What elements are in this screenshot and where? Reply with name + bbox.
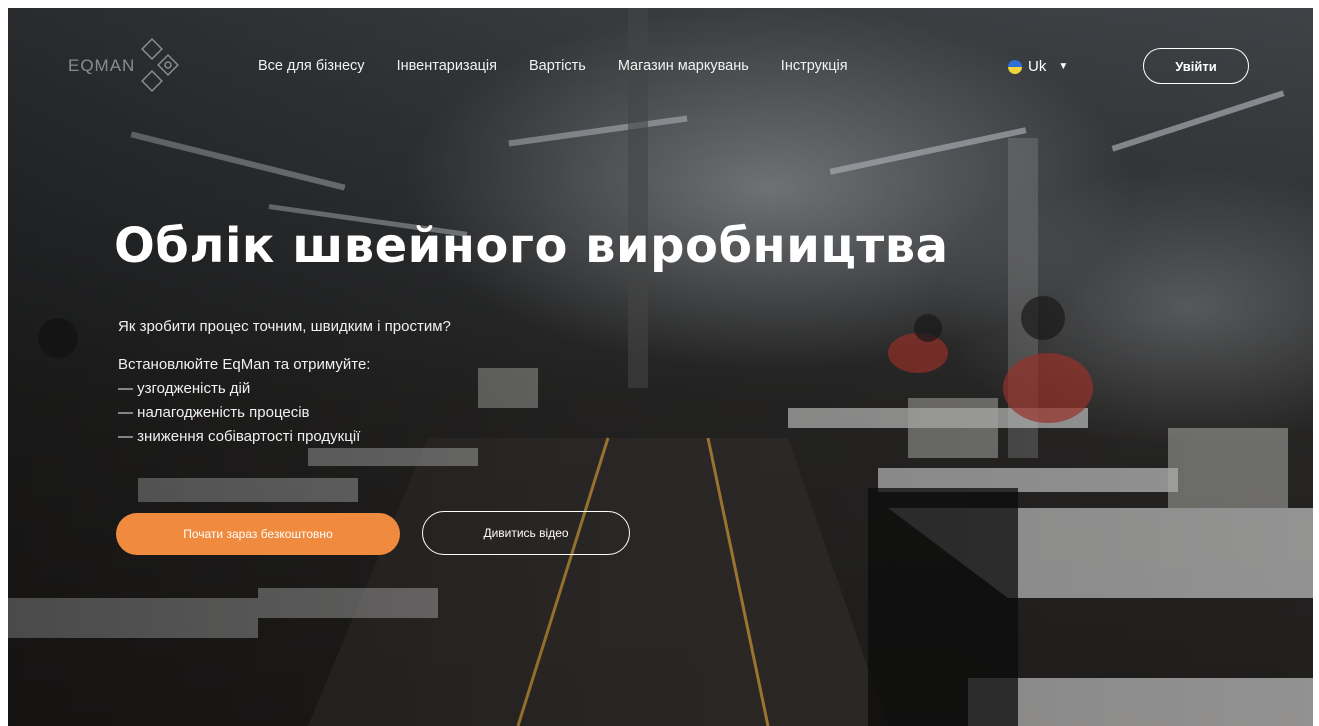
benefit-item: — зниження собівартості продукції	[118, 428, 361, 445]
start-free-button[interactable]: Почати зараз безкоштовно	[116, 513, 400, 555]
nav-link-pricing[interactable]: Вартість	[529, 58, 586, 74]
logo[interactable]: EQMAN	[68, 38, 185, 94]
benefits-list: Встановлюйте EqMan та отримуйте: — узгод…	[118, 353, 370, 449]
hero-question: Як зробити процес точним, швидким і прос…	[118, 318, 451, 335]
caret-down-icon: ▼	[1058, 61, 1069, 72]
language-selector[interactable]: Uk ▼	[1008, 58, 1068, 75]
page-title: Облік швейного виробництва	[114, 218, 949, 274]
hero-section: EQMAN Все для бізнесу Інвентаризація Вар…	[8, 8, 1313, 726]
top-navigation: EQMAN Все для бізнесу Інвентаризація Вар…	[8, 8, 1313, 118]
nav-link-instructions[interactable]: Інструкція	[781, 58, 848, 74]
ukraine-flag-icon	[1008, 59, 1022, 74]
language-label: Uk	[1028, 58, 1047, 75]
nav-link-business[interactable]: Все для бізнесу	[258, 58, 365, 74]
nav-links: Все для бізнесу Інвентаризація Вартість …	[258, 58, 880, 74]
logo-diamond-icon	[141, 38, 180, 92]
benefits-intro: Встановлюйте EqMan та отримуйте:	[118, 356, 371, 373]
benefit-item: — узгодженість дій	[118, 380, 251, 397]
nav-link-inventory[interactable]: Інвентаризація	[397, 58, 497, 74]
nav-link-label-shop[interactable]: Магазин маркувань	[618, 58, 749, 74]
watch-video-button[interactable]: Дивитись відео	[422, 511, 630, 555]
logo-text: EQMAN	[68, 56, 136, 75]
login-button[interactable]: Увійти	[1143, 48, 1249, 84]
benefit-item: — налагодженість процесів	[118, 404, 310, 421]
